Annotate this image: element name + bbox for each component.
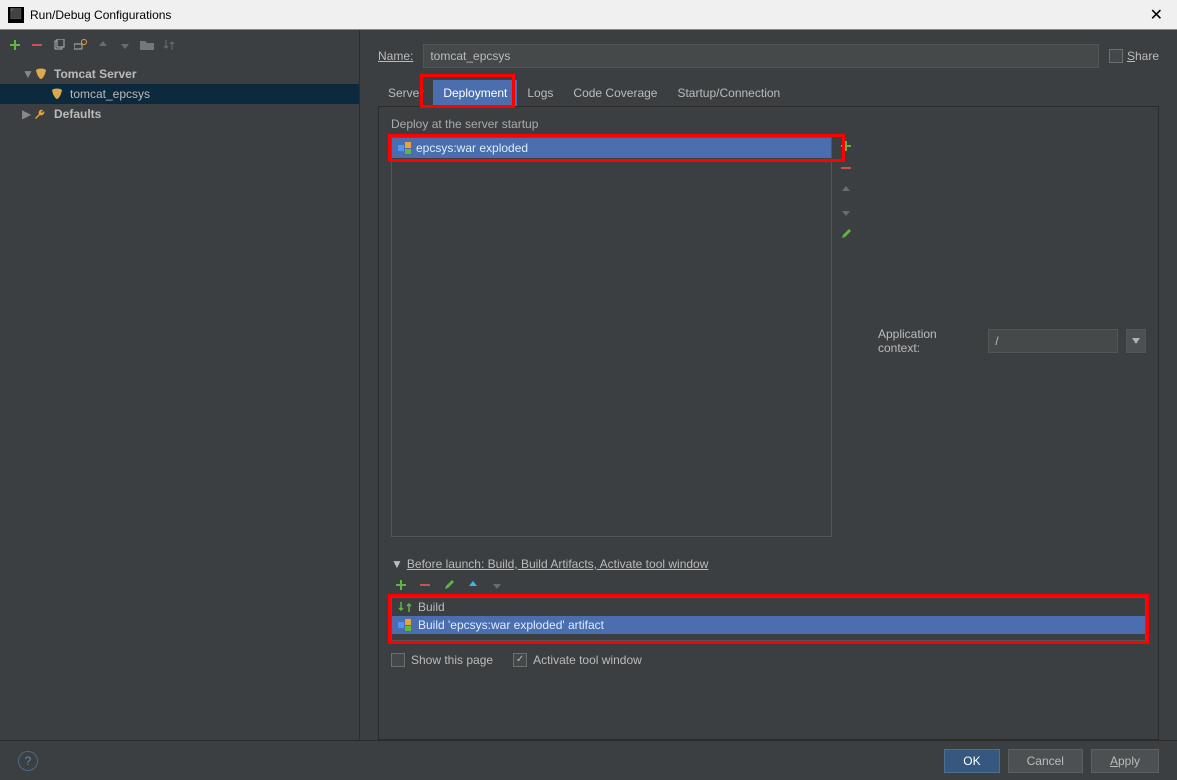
- tomcat-icon: [34, 68, 50, 80]
- context-label: Application context:: [878, 327, 980, 355]
- title-bar: ⬛ Run/Debug Configurations ✕: [0, 0, 1177, 30]
- deploy-label: Deploy at the server startup: [391, 117, 1146, 131]
- sidebar: ▼ Tomcat Server tomcat_epcsys ▶ Defaults: [0, 30, 360, 740]
- tree-label: tomcat_epcsys: [70, 87, 150, 101]
- up-icon[interactable]: [465, 577, 481, 593]
- app-icon: ⬛: [8, 7, 24, 23]
- remove-icon[interactable]: [838, 160, 854, 176]
- edit-icon[interactable]: [441, 577, 457, 593]
- edit-icon[interactable]: [838, 226, 854, 242]
- collapse-icon: ▼: [391, 557, 403, 571]
- name-input[interactable]: [423, 44, 1099, 68]
- tree-node-config[interactable]: tomcat_epcsys: [0, 84, 359, 104]
- build-item[interactable]: Build: [392, 598, 1145, 616]
- context-input[interactable]: [988, 329, 1118, 353]
- remove-icon[interactable]: [417, 577, 433, 593]
- main-panel: Name: SSharehare Server Deployment Logs …: [360, 30, 1177, 740]
- artifact-icon: [398, 619, 412, 631]
- footer: ? OK Cancel Apply: [0, 740, 1177, 780]
- tree-label: Defaults: [54, 107, 101, 121]
- tab-logs[interactable]: Logs: [517, 80, 563, 106]
- tab-deployment[interactable]: Deployment: [433, 80, 517, 106]
- up-icon[interactable]: [94, 36, 112, 54]
- activate-window-label: Activate tool window: [533, 653, 642, 667]
- window-title: Run/Debug Configurations: [30, 8, 1144, 22]
- name-label: Name:: [378, 49, 413, 63]
- context-dropdown[interactable]: [1126, 329, 1146, 353]
- settings-icon[interactable]: [72, 36, 90, 54]
- share-checkbox[interactable]: [1109, 49, 1123, 63]
- build-artifact-item[interactable]: Build 'epcsys:war exploded' artifact: [392, 616, 1145, 634]
- share-label: SSharehare: [1127, 49, 1159, 63]
- expand-icon: ▶: [22, 107, 34, 121]
- add-icon[interactable]: [838, 138, 854, 154]
- tab-startup[interactable]: Startup/Connection: [667, 80, 790, 106]
- tree-node-tomcat-server[interactable]: ▼ Tomcat Server: [0, 64, 359, 84]
- down-icon[interactable]: [489, 577, 505, 593]
- remove-icon[interactable]: [28, 36, 46, 54]
- tomcat-icon: [50, 88, 66, 100]
- tab-code-coverage[interactable]: Code Coverage: [563, 80, 667, 106]
- sort-icon[interactable]: [160, 36, 178, 54]
- copy-icon[interactable]: [50, 36, 68, 54]
- sidebar-toolbar: [0, 30, 359, 60]
- close-icon[interactable]: ✕: [1144, 5, 1169, 25]
- up-icon[interactable]: [838, 182, 854, 198]
- deploy-item[interactable]: epcsys:war exploded: [392, 138, 831, 158]
- deploy-list[interactable]: epcsys:war exploded: [391, 137, 832, 537]
- activate-window-checkbox[interactable]: [513, 653, 527, 667]
- cancel-button[interactable]: Cancel: [1008, 749, 1083, 773]
- show-page-checkbox[interactable]: [391, 653, 405, 667]
- tree-node-defaults[interactable]: ▶ Defaults: [0, 104, 359, 124]
- ok-button[interactable]: OK: [944, 749, 999, 773]
- before-launch-label: Before launch: Build, Build Artifacts, A…: [407, 557, 709, 571]
- build-label: Build: [418, 600, 445, 614]
- tab-server[interactable]: Server: [378, 80, 433, 106]
- folder-icon[interactable]: [138, 36, 156, 54]
- apply-button[interactable]: Apply: [1091, 749, 1159, 773]
- tree-label: Tomcat Server: [54, 67, 136, 81]
- deploy-item-label: epcsys:war exploded: [416, 141, 528, 155]
- tabs: Server Deployment Logs Code Coverage Sta…: [378, 80, 1159, 106]
- show-page-label: Show this page: [411, 653, 493, 667]
- down-icon[interactable]: [838, 204, 854, 220]
- help-icon[interactable]: ?: [18, 751, 38, 771]
- expand-icon: ▼: [22, 67, 34, 81]
- artifact-icon: [398, 142, 412, 154]
- add-icon[interactable]: [393, 577, 409, 593]
- add-icon[interactable]: [6, 36, 24, 54]
- config-tree: ▼ Tomcat Server tomcat_epcsys ▶ Defaults: [0, 60, 359, 740]
- before-launch-list[interactable]: Build Build 'epcsys:war exploded' artifa…: [391, 597, 1146, 641]
- down-icon[interactable]: [116, 36, 134, 54]
- build-artifact-label: Build 'epcsys:war exploded' artifact: [418, 618, 604, 632]
- build-icon: [398, 601, 412, 613]
- before-launch-header[interactable]: ▼ Before launch: Build, Build Artifacts,…: [391, 557, 1146, 571]
- wrench-icon: [34, 108, 50, 120]
